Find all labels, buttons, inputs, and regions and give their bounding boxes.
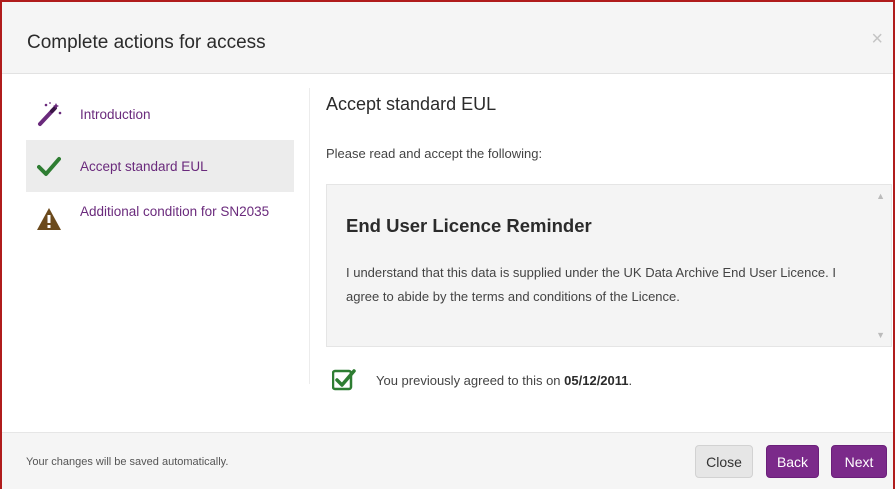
sidebar-item-label: Introduction — [80, 106, 151, 122]
sidebar-item-label: Additional condition for SN2035 — [80, 204, 270, 219]
sidebar-item-accept-eul[interactable]: Accept standard EUL — [26, 140, 294, 192]
magic-wand-icon — [34, 99, 64, 129]
agreement-row: You previously agreed to this on 05/12/2… — [331, 368, 632, 392]
autosave-note: Your changes will be saved automatically… — [26, 456, 229, 468]
divider — [309, 88, 310, 384]
warning-icon — [34, 204, 64, 234]
sidebar-item-label: Accept standard EUL — [80, 158, 208, 174]
dialog-header: Complete actions for access × — [2, 2, 893, 74]
steps-sidebar: Introduction Accept standard EUL Additio… — [26, 88, 294, 244]
dialog-title: Complete actions for access — [27, 32, 266, 53]
close-icon[interactable]: × — [871, 28, 883, 51]
agreement-text: You previously agreed to this on 05/12/2… — [376, 373, 632, 388]
agreement-suffix: . — [628, 372, 633, 388]
main-content: Accept standard EUL Please read and acce… — [326, 94, 892, 391]
scroll-up-icon[interactable]: ▲ — [876, 191, 885, 201]
next-button[interactable]: Next — [831, 445, 887, 478]
instruction-text: Please read and accept the following: — [326, 146, 543, 161]
licence-title: End User Licence Reminder — [346, 215, 592, 236]
scroll-down-icon[interactable]: ▼ — [876, 330, 885, 340]
agreement-date: 05/12/2011 — [564, 372, 629, 388]
page-title: Accept standard EUL — [326, 94, 497, 114]
sidebar-item-introduction[interactable]: Introduction — [26, 88, 294, 140]
back-button[interactable]: Back — [766, 445, 819, 478]
dialog-footer: Your changes will be saved automatically… — [2, 432, 893, 489]
agreement-prefix: You previously agreed to this on — [376, 372, 565, 388]
close-button[interactable]: Close — [695, 445, 753, 478]
licence-body: I understand that this data is supplied … — [346, 265, 836, 304]
agreed-checkbox[interactable] — [331, 368, 356, 392]
access-dialog: Complete actions for access × Introducti… — [0, 0, 895, 489]
sidebar-item-additional-condition[interactable]: Additional condition for SN2035 — [26, 192, 294, 244]
checkmark-icon — [34, 151, 64, 181]
licence-scroll-box[interactable]: End User Licence Reminder I understand t… — [326, 184, 892, 347]
